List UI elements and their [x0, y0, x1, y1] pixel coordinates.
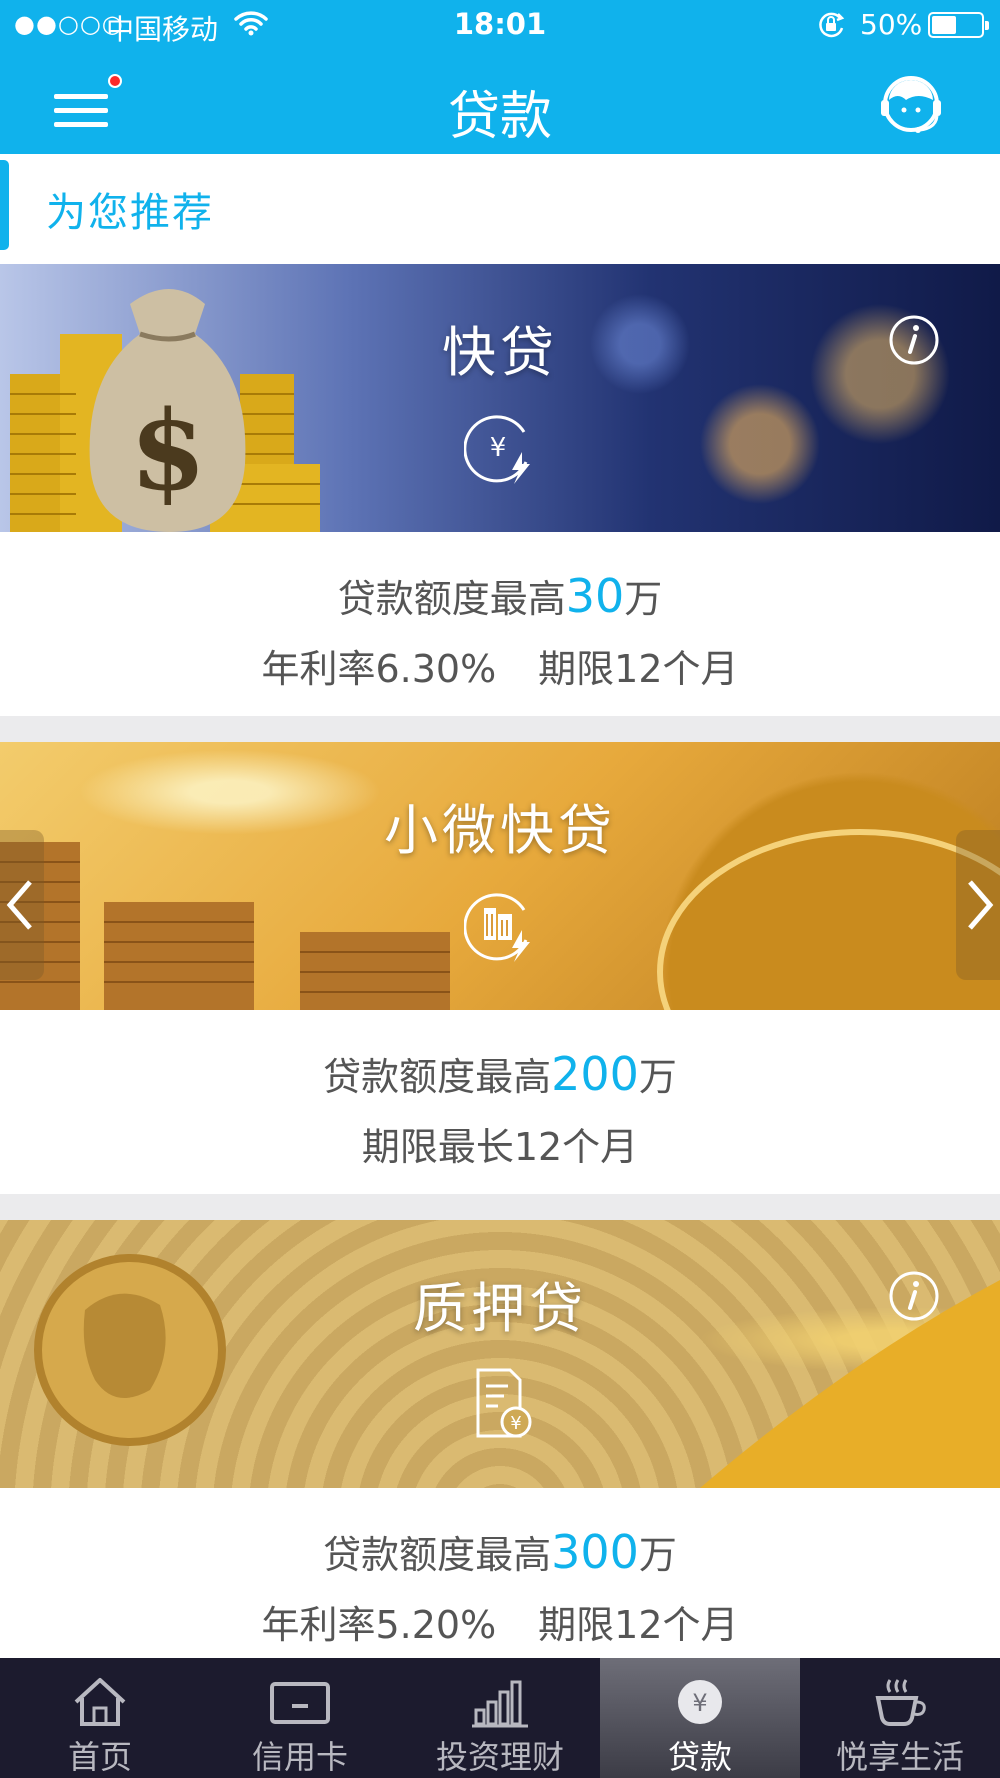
product-banner[interactable]: $ 快贷 ¥: [0, 264, 1000, 532]
section-title: 为您推荐: [46, 190, 214, 236]
tab-investment[interactable]: 投资理财: [400, 1658, 600, 1778]
loan-amount-value: 200: [551, 1047, 639, 1101]
product-card-xiaowei-kuaidai[interactable]: 小微快贷 贷款额度最高200万 期限最长12个月: [0, 742, 1000, 1194]
card-divider: [0, 1194, 1000, 1220]
loan-terms-line: 年利率5.20% 期限12个月: [0, 1594, 1000, 1649]
product-details: 贷款额度最高30万 年利率6.30% 期限12个月: [0, 532, 1000, 716]
info-icon[interactable]: [888, 1270, 940, 1322]
loan-amount-line: 贷款额度最高300万: [0, 1524, 1000, 1579]
tab-label: 投资理财: [435, 1738, 564, 1776]
amount-unit: 万: [638, 1055, 677, 1099]
tab-home[interactable]: 首页: [0, 1658, 200, 1778]
product-card-kuaidai[interactable]: $ 快贷 ¥ 贷款额度最高30万 年利率6.30% 期限12个月: [0, 264, 1000, 716]
money-bag-illustration: $: [10, 289, 320, 532]
svg-text:¥: ¥: [692, 1689, 707, 1717]
amount-prefix: 贷款额度最高: [337, 577, 566, 621]
tab-label: 贷款: [667, 1738, 732, 1776]
amount-unit: 万: [638, 1533, 677, 1577]
product-banner[interactable]: 质押贷 ¥: [0, 1220, 1000, 1488]
chevron-left-icon: [6, 880, 32, 930]
svg-text:¥: ¥: [490, 433, 507, 463]
carousel-prev-button[interactable]: [0, 830, 44, 980]
tab-lifestyle[interactable]: 悦享生活: [800, 1658, 1000, 1778]
product-title: 快贷: [442, 321, 558, 384]
loan-terms-line: 年利率6.30% 期限12个月: [0, 638, 1000, 693]
loan-amount-line: 贷款额度最高30万: [0, 568, 1000, 623]
svg-text:$: $: [130, 386, 207, 515]
orientation-lock-icon: [819, 12, 845, 38]
loan-amount-line: 贷款额度最高200万: [0, 1046, 1000, 1101]
tab-loan[interactable]: ¥ 贷款: [600, 1658, 800, 1778]
carousel-next-button[interactable]: [956, 830, 1000, 980]
coin-stacks-illustration: [0, 829, 1000, 1010]
yuan-lightning-icon: ¥: [464, 415, 530, 484]
chevron-right-icon: [968, 880, 994, 930]
building-lightning-icon: [464, 893, 530, 962]
battery-percentage: 50%: [860, 8, 923, 41]
tab-credit-card[interactable]: 信用卡: [200, 1658, 400, 1778]
product-title: 小微快贷: [384, 799, 616, 862]
tab-label: 信用卡: [251, 1738, 348, 1776]
home-icon: [74, 1678, 126, 1726]
status-time: 18:01: [453, 7, 547, 41]
interest-rate: 年利率5.20%: [261, 1603, 497, 1647]
coffee-cup-icon: [875, 1679, 926, 1726]
section-accent-bar: [0, 160, 9, 250]
document-yuan-icon: ¥: [476, 1368, 532, 1438]
product-details: 贷款额度最高300万 年利率5.20% 期限12个月: [0, 1488, 1000, 1672]
status-bar: ●●○○○ 中国移动 18:01 50%: [0, 0, 1000, 50]
page-title: 贷款: [447, 87, 552, 147]
credit-card-icon: [270, 1682, 330, 1724]
battery-icon: [928, 12, 989, 38]
loan-terms-line: 期限最长12个月: [0, 1116, 1000, 1171]
card-divider: [0, 716, 1000, 742]
yuan-coin-icon: ¥: [678, 1680, 722, 1724]
loan-term: 期限最长12个月: [361, 1125, 639, 1169]
tab-label: 首页: [67, 1738, 132, 1776]
info-icon[interactable]: [888, 314, 940, 366]
tab-label: 悦享生活: [835, 1738, 964, 1776]
loan-amount-value: 30: [565, 569, 625, 623]
gold-coins-illustration: [0, 1220, 1000, 1488]
nav-bar: 贷款: [0, 50, 1000, 154]
bar-chart-icon: [472, 1680, 528, 1728]
product-card-zhiyadai[interactable]: 质押贷 ¥ 贷款额度最高300万 年利率5.20% 期限12个月: [0, 1220, 1000, 1658]
interest-rate: 年利率6.30%: [261, 647, 497, 691]
amount-prefix: 贷款额度最高: [323, 1533, 552, 1577]
svg-text:¥: ¥: [510, 1413, 521, 1434]
loan-term: 期限12个月: [538, 647, 739, 691]
product-title: 质押贷: [413, 1277, 587, 1340]
bottom-tab-bar: 首页 信用卡 投资理财 ¥ 贷款 悦享生活: [0, 1658, 1000, 1778]
customer-service-icon[interactable]: [878, 70, 944, 136]
amount-prefix: 贷款额度最高: [323, 1055, 552, 1099]
loan-amount-value: 300: [551, 1525, 639, 1579]
recommend-section-header: 为您推荐: [0, 154, 1000, 264]
product-details: 贷款额度最高200万 期限最长12个月: [0, 1010, 1000, 1194]
amount-unit: 万: [624, 577, 663, 621]
loan-term: 期限12个月: [538, 1603, 739, 1647]
product-banner[interactable]: 小微快贷: [0, 742, 1000, 1010]
